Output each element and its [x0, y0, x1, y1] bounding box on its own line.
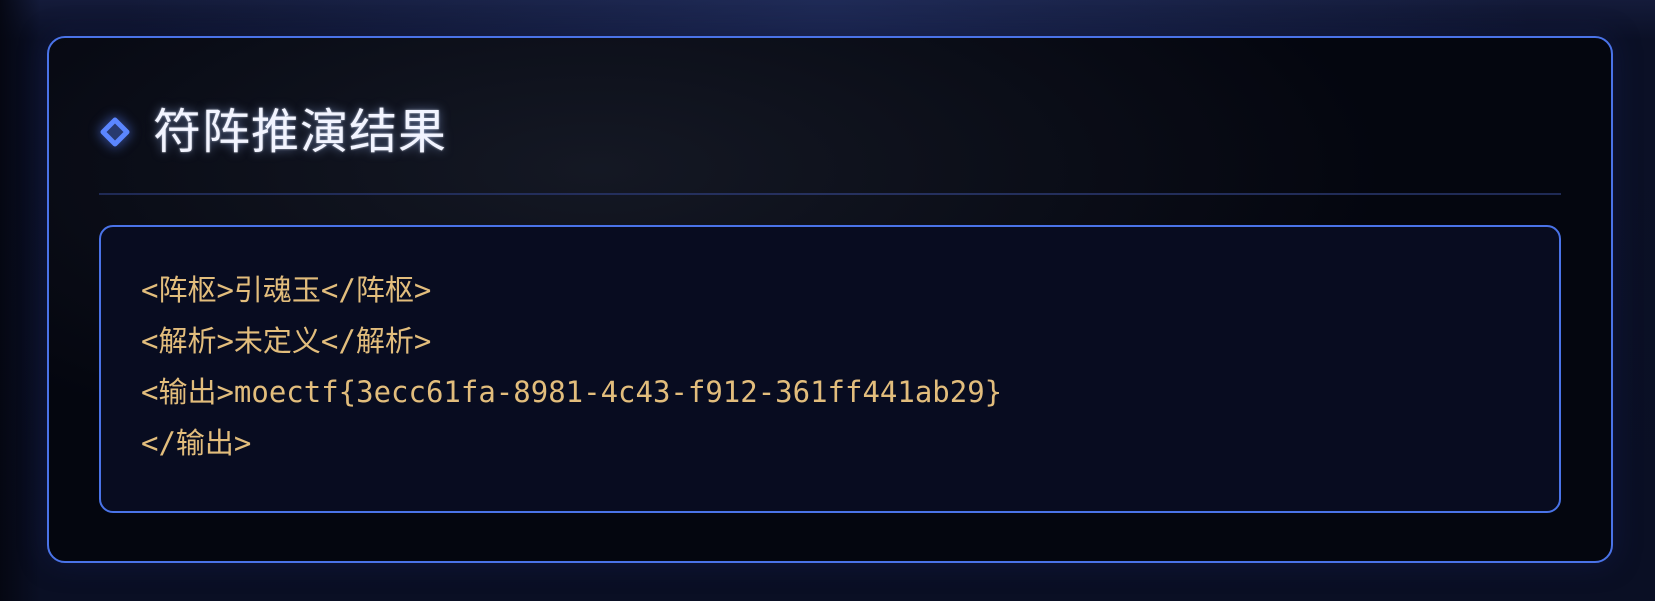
panel-header: 符阵推演结果 [99, 100, 447, 164]
result-line-output-close: </输出> [141, 426, 252, 460]
result-output-box: <阵枢>引魂玉</阵枢> <解析>未定义</解析> <输出>moectf{3ec… [99, 225, 1561, 513]
result-line-parse: <解析>未定义</解析> [141, 324, 432, 358]
diamond-icon [99, 116, 131, 148]
result-panel: 符阵推演结果 <阵枢>引魂玉</阵枢> <解析>未定义</解析> <输出>moe… [47, 36, 1613, 563]
header-divider [99, 193, 1561, 195]
page-title: 符阵推演结果 [153, 104, 448, 160]
result-line-core: <阵枢>引魂玉</阵枢> [141, 273, 432, 307]
background-edge-shadow [0, 0, 40, 601]
result-line-output: <输出>moectf{3ecc61fa-8981-4c43-f912-361ff… [141, 375, 1003, 409]
